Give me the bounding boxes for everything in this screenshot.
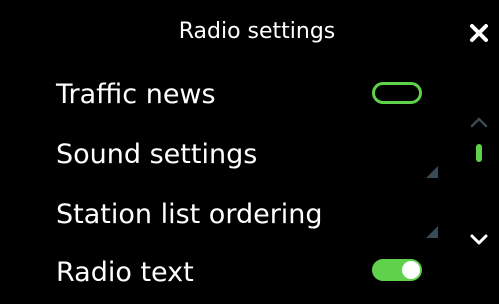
chevron-down-icon[interactable] [469, 233, 489, 247]
settings-item-label: Station list ordering [56, 199, 323, 230]
radio-text-toggle[interactable] [372, 259, 422, 281]
settings-item-label: Sound settings [56, 139, 258, 170]
settings-item-sound-settings[interactable]: Sound settings [0, 126, 440, 182]
scrollbar-thumb[interactable] [476, 144, 482, 162]
settings-item-label: Traffic news [56, 79, 216, 110]
traffic-news-toggle[interactable] [372, 82, 422, 104]
settings-item-label: Radio text [56, 257, 194, 288]
radio-settings-screen: Radio settings Traffic news Sound settin… [0, 0, 499, 304]
submenu-corner-icon [426, 226, 438, 238]
header: Radio settings [0, 0, 499, 62]
page-title: Radio settings [178, 19, 336, 44]
close-button[interactable] [462, 16, 496, 50]
toggle-knob [402, 261, 420, 279]
submenu-corner-icon [426, 166, 438, 178]
close-icon [470, 24, 488, 42]
chevron-up-icon[interactable] [469, 115, 489, 129]
settings-item-station-list-ordering[interactable]: Station list ordering [0, 186, 440, 242]
